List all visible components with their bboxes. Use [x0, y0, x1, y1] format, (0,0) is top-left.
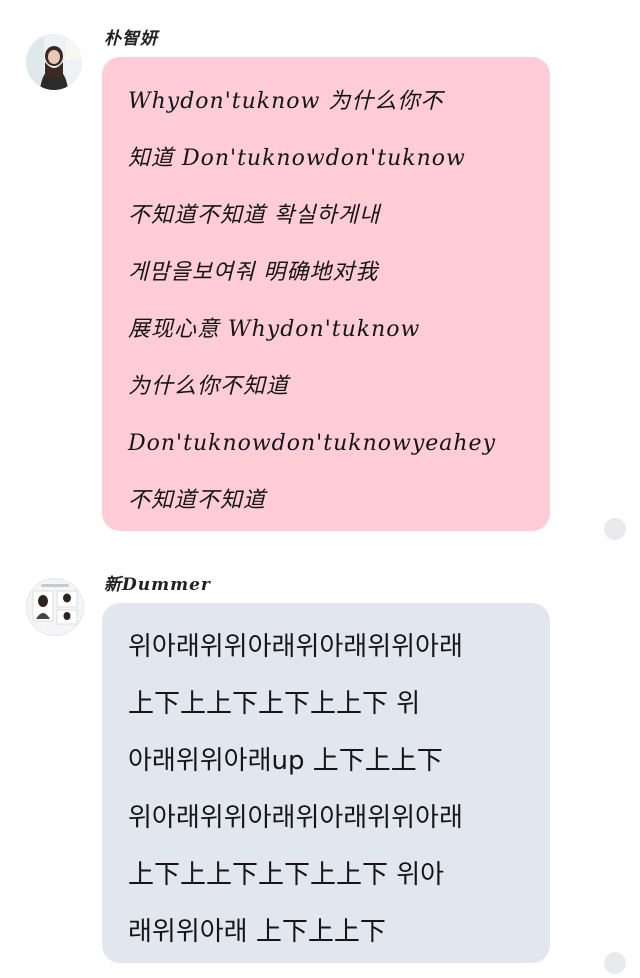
avatar-collage-icon	[27, 579, 83, 635]
message-line: 不知道不知道 확실하게내	[128, 203, 381, 228]
message-line: 知道 Don'tuknowdon'tuknow	[128, 146, 466, 171]
chat-view: 朴智妍 Whydon'tuknow 为什么你不 知道 Don'tuknowdon…	[0, 0, 640, 978]
message-line: 上下上上下上下上上下 위아	[128, 860, 445, 890]
message-line: 게맘을보여줘 明确地对我	[128, 260, 379, 285]
message-status-dot	[604, 952, 626, 974]
avatar-photo-icon	[26, 34, 82, 90]
message-line: Don'tuknowdon'tuknowyeahey	[128, 431, 496, 456]
message-bubble[interactable]: 위아래위위아래위아래위위아래 上下上上下上下上上下 위 아래위위아래up 上下上…	[102, 603, 550, 963]
message-status-dot	[604, 518, 626, 540]
message-line: 위아래위위아래위아래위위아래	[128, 803, 463, 833]
message-line: Whydon'tuknow 为什么你不	[128, 89, 444, 114]
message-bubble[interactable]: Whydon'tuknow 为什么你不 知道 Don'tuknowdon'tuk…	[102, 57, 550, 531]
message-line: 上下上上下上下上上下 위	[128, 689, 421, 719]
sender-name: 新Dummer	[104, 575, 211, 595]
message-line: 展现心意 Whydon'tuknow	[128, 317, 421, 342]
message-line: 不知道不知道	[128, 488, 267, 513]
message-line: 래위위아래 上下上上下	[128, 917, 386, 947]
sender-name: 朴智妍	[104, 29, 158, 49]
message-line: 为什么你不知道	[128, 374, 290, 399]
avatar[interactable]	[26, 34, 82, 90]
avatar[interactable]	[26, 578, 84, 636]
message-line: 아래위위아래up 上下上上下	[128, 746, 443, 776]
message-line: 위아래위위아래위아래위위아래	[128, 632, 463, 662]
